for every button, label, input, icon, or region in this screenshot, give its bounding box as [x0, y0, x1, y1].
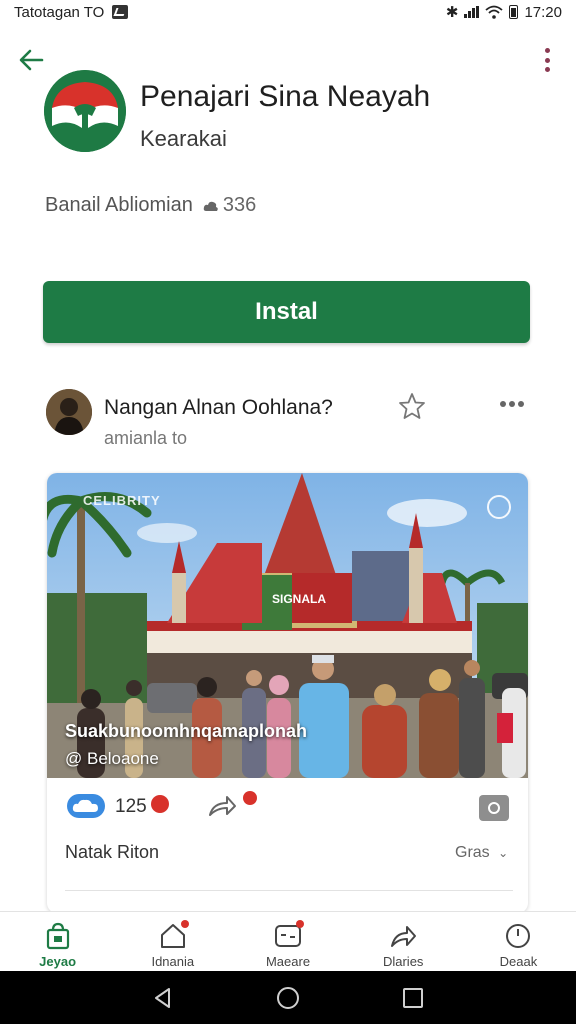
system-back-icon[interactable]: [151, 986, 175, 1010]
nav-label: Jeyao: [39, 954, 77, 969]
nav-item-idnania[interactable]: Idnania: [115, 912, 230, 971]
status-left: Tatotagan TO: [14, 3, 129, 21]
image-watermark: CELIBRITY: [83, 493, 161, 508]
avatar[interactable]: [46, 389, 92, 435]
nav-item-jeyao[interactable]: Jeyao: [0, 912, 115, 971]
image-badge-icon: [487, 495, 511, 519]
wifi-icon: [485, 5, 504, 19]
app-meta-row: Banail Abliomian 336: [45, 194, 256, 217]
divider: [65, 890, 513, 891]
bluetooth-icon: ✱: [445, 4, 459, 21]
nav-label: Dlaries: [382, 954, 424, 969]
like-notification-dot: [151, 795, 169, 813]
building-sign-text: SIGNALA: [272, 592, 326, 606]
star-icon[interactable]: [398, 392, 426, 420]
share-icon[interactable]: [207, 793, 237, 819]
avatar-image: [46, 389, 92, 435]
status-bar: Tatotagan TO ✱ 17:20: [0, 0, 576, 24]
share-notification-dot: [243, 791, 257, 805]
battery-icon: [509, 5, 519, 19]
post-subtitle: amianla to: [104, 428, 188, 448]
like-cloud-icon: [72, 799, 98, 812]
chevron-down-icon: ⌄: [498, 846, 509, 860]
download-count: 336: [203, 194, 256, 217]
image-handle: @ Beloaone: [65, 749, 159, 768]
home-icon-wrap: [159, 920, 189, 950]
app-title: Penajari Sina Neayah: [140, 80, 431, 113]
system-recents-icon[interactable]: [401, 986, 425, 1010]
nav-label: Idnania: [151, 954, 195, 969]
share-nav-icon: [391, 926, 417, 947]
nav-label: Deaak: [499, 954, 538, 969]
camera-icon[interactable]: [479, 795, 509, 821]
clock-time: 17:20: [524, 3, 562, 21]
overflow-menu-icon[interactable]: [540, 44, 554, 76]
store-bag-icon: [46, 922, 69, 950]
image-caption: Suakbunoomhnqamaplonah: [65, 721, 308, 741]
message-icon-wrap: [274, 920, 304, 950]
system-home-icon[interactable]: [276, 986, 300, 1010]
bottom-nav: Jeyao Idnania Maeare Dlaries Deaak: [0, 911, 576, 971]
comment-sort-value: Gras: [455, 844, 490, 861]
nav-item-maeare[interactable]: Maeare: [230, 912, 345, 971]
post-more-icon[interactable]: [500, 401, 524, 409]
app-developer[interactable]: Kearakai: [140, 126, 227, 152]
signal-icon: [464, 6, 480, 18]
post-author[interactable]: Nangan Alnan Oohlana?: [104, 396, 333, 420]
post-card: SIGNALA CELIBRITY Suakbunoomhnqamaplonah…: [47, 473, 528, 913]
post-image[interactable]: SIGNALA CELIBRITY Suakbunoomhnqamaplonah…: [47, 473, 528, 778]
notification-dot: [180, 920, 189, 928]
back-arrow-icon[interactable]: [18, 47, 44, 73]
status-right: ✱ 17:20: [445, 3, 562, 22]
clock-icon: [506, 924, 531, 948]
notification-app-icon: [112, 5, 129, 19]
app-logo-graphic: [44, 70, 126, 152]
install-button[interactable]: Instal: [43, 281, 530, 343]
comment-label: Natak Riton: [65, 842, 160, 862]
comment-sort-select[interactable]: Gras ⌄: [455, 844, 508, 862]
app-meta-label: Banail Abliomian: [45, 194, 193, 216]
nav-label: Maeare: [265, 954, 311, 969]
download-count-value: 336: [222, 194, 257, 216]
like-count: 125: [115, 796, 147, 817]
carrier-text: Tatotagan TO: [14, 3, 105, 21]
nav-item-dlaries[interactable]: Dlaries: [346, 912, 461, 971]
notification-dot: [296, 920, 304, 928]
download-icon: [203, 201, 218, 211]
nav-item-deaak[interactable]: Deaak: [461, 912, 576, 971]
app-logo: [44, 70, 126, 152]
system-nav-bar: [0, 971, 576, 1024]
like-button[interactable]: [67, 794, 105, 818]
